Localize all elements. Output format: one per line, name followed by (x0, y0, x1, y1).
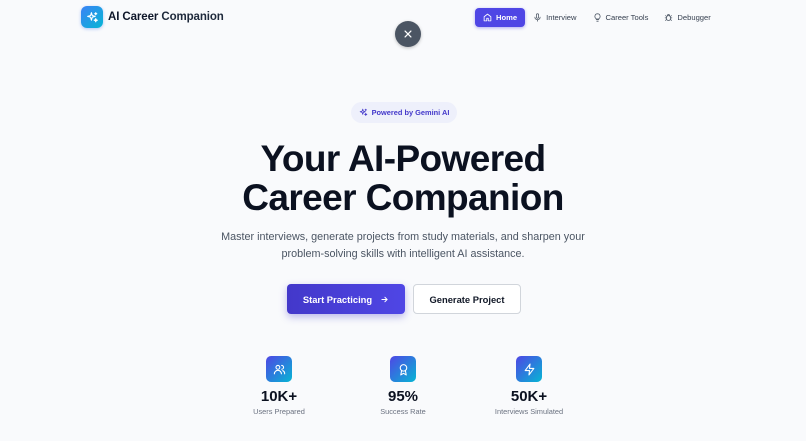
brand-title-first: AI Career (108, 11, 159, 23)
brand-logo-link[interactable]: AI Career Companion (81, 6, 224, 28)
nav-career-tools[interactable]: Career Tools (585, 8, 657, 27)
close-icon (404, 30, 412, 38)
hero-subtitle-line1: Master interviews, generate projects fro… (221, 231, 585, 243)
stat-label: Success Rate (380, 407, 426, 416)
hero-subtitle: Master interviews, generate projects fro… (0, 229, 806, 263)
hero-title-line1: Your AI-Powered (260, 138, 547, 179)
close-button[interactable] (395, 21, 421, 47)
stat-success-rate: 95% Success Rate (343, 356, 463, 416)
award-icon (390, 356, 416, 382)
microphone-icon (534, 13, 541, 22)
sparkles-icon (81, 6, 103, 28)
bug-icon (665, 14, 673, 21)
hero-subtitle-line2: problem-solving skills with intelligent … (281, 248, 525, 260)
stat-value: 50K+ (510, 388, 548, 405)
stat-label: Users Prepared (253, 407, 305, 416)
lightbulb-icon (594, 13, 600, 22)
stat-users-prepared: 10K+ Users Prepared (219, 356, 339, 416)
lightning-icon (516, 356, 542, 382)
stat-value: 10K+ (260, 388, 298, 405)
main-nav: Home Interview Career Tools Debugger (475, 8, 719, 27)
hero-title-line2: Career Companion (242, 177, 564, 218)
stat-interviews-simulated: 50K+ Interviews Simulated (469, 356, 589, 416)
powered-by-badge: Powered by Gemini AI (351, 102, 457, 123)
nav-home-label: Home (496, 13, 518, 22)
arrow-right-icon (381, 296, 388, 302)
brand-title: AI Career Companion (108, 11, 224, 23)
nav-career-tools-label: Career Tools (605, 13, 649, 22)
home-icon (483, 13, 492, 22)
nav-debugger[interactable]: Debugger (656, 8, 718, 27)
sparkles-icon (359, 108, 367, 116)
powered-by-label: Powered by Gemini AI (371, 108, 450, 117)
generate-project-button[interactable]: Generate Project (413, 284, 521, 314)
stat-value: 95% (387, 388, 419, 405)
nav-interview[interactable]: Interview (525, 8, 584, 27)
users-icon (266, 356, 292, 382)
nav-debugger-label: Debugger (677, 13, 711, 22)
brand-title-second: Companion (161, 11, 224, 23)
hero-title: Your AI-Powered Career Companion (0, 139, 806, 217)
stat-label: Interviews Simulated (494, 407, 564, 416)
nav-interview-label: Interview (546, 13, 577, 22)
nav-home[interactable]: Home (475, 8, 526, 27)
start-practicing-label: Start Practicing (302, 293, 373, 305)
generate-project-label: Generate Project (429, 293, 505, 305)
start-practicing-button[interactable]: Start Practicing (287, 284, 405, 314)
